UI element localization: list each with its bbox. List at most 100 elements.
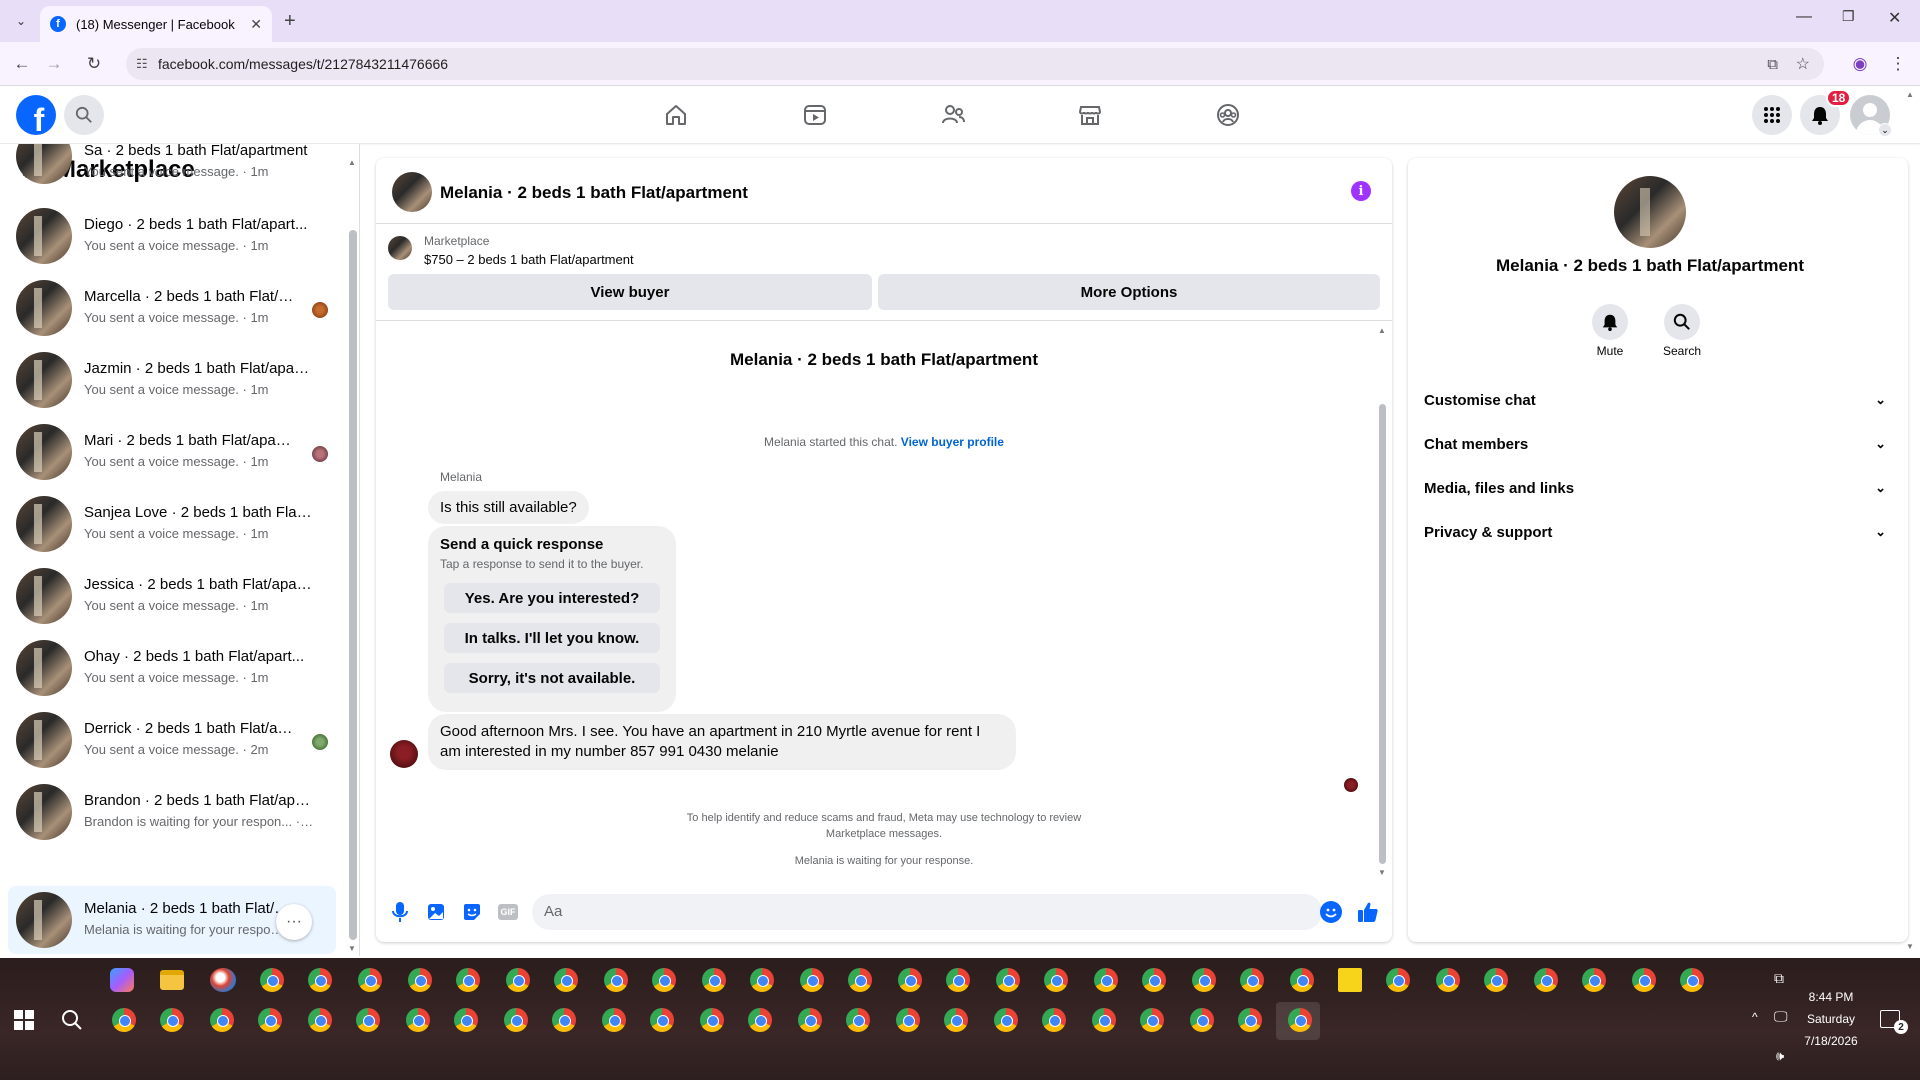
conversation-item[interactable]: Derrick · 2 beds 1 bath Flat/ap... You s… — [8, 706, 336, 774]
volume-icon[interactable]: 🕪 — [1776, 1048, 1784, 1064]
chrome-icon[interactable] — [602, 1008, 626, 1032]
chrome-icon[interactable] — [1142, 968, 1166, 992]
chrome-icon[interactable] — [1042, 1008, 1066, 1032]
conversation-item[interactable]: Jessica · 2 beds 1 bath Flat/apart... Yo… — [8, 562, 336, 630]
customise-chat-section[interactable]: Customise chat ⌄ — [1424, 382, 1886, 418]
sender-avatar[interactable] — [390, 740, 418, 768]
conversation-item[interactable]: Sanjea Love · 2 beds 1 bath Flat/... You… — [8, 490, 336, 558]
chrome-icon[interactable] — [210, 1008, 234, 1032]
chrome-icon[interactable] — [454, 1008, 478, 1032]
chrome-icon[interactable] — [552, 1008, 576, 1032]
more-options-icon[interactable]: ··· — [276, 904, 312, 940]
chrome-icon[interactable] — [1582, 968, 1606, 992]
friends-icon[interactable] — [935, 97, 971, 133]
search-icon[interactable] — [64, 95, 104, 135]
windows-start-icon[interactable] — [14, 1010, 34, 1030]
search-label[interactable]: Search — [1652, 344, 1712, 358]
media-files-links-section[interactable]: Media, files and links ⌄ — [1424, 470, 1886, 506]
chrome-icon[interactable] — [1290, 968, 1314, 992]
install-app-icon[interactable]: ⧉ — [1767, 56, 1778, 73]
facebook-logo-icon[interactable]: f — [16, 95, 56, 135]
conversation-item[interactable]: Ohay · 2 beds 1 bath Flat/apart... You s… — [8, 634, 336, 702]
like-icon[interactable] — [1356, 900, 1380, 924]
chrome-icon[interactable] — [554, 968, 578, 992]
mute-bell-icon[interactable] — [1592, 304, 1628, 340]
page-scroll-up-icon[interactable]: ▲ — [1906, 90, 1914, 99]
chrome-icon[interactable] — [1288, 1008, 1312, 1032]
chrome-icon[interactable] — [652, 968, 676, 992]
chrome-icon[interactable] — [408, 968, 432, 992]
close-window-icon[interactable]: ✕ — [1888, 8, 1901, 28]
minimize-icon[interactable]: — — [1796, 8, 1812, 26]
account-chevron-icon[interactable]: ⌄ — [1878, 123, 1892, 137]
chrome-icon[interactable] — [308, 1008, 332, 1032]
message-bubble[interactable]: Is this still available? — [428, 491, 589, 524]
chrome-icon[interactable] — [506, 968, 530, 992]
quick-response-button[interactable]: Yes. Are you interested? — [444, 583, 660, 613]
chrome-icon[interactable] — [994, 1008, 1018, 1032]
chrome-icon[interactable] — [1190, 1008, 1214, 1032]
microphone-icon[interactable] — [390, 900, 410, 924]
restore-icon[interactable]: ❐ — [1842, 8, 1855, 25]
new-tab-icon[interactable]: + — [284, 10, 296, 33]
chrome-icon[interactable] — [700, 1008, 724, 1032]
chrome-icon[interactable] — [1094, 968, 1118, 992]
chrome-icon[interactable] — [702, 968, 726, 992]
page-scroll-down-icon[interactable]: ▼ — [1906, 942, 1914, 951]
chat-scroll-down-icon[interactable]: ▼ — [1378, 868, 1386, 877]
gif-icon[interactable]: GIF — [498, 904, 518, 920]
chrome-icon[interactable] — [650, 1008, 674, 1032]
clock-time[interactable]: 8:44 PM — [1786, 990, 1876, 1004]
home-icon[interactable] — [658, 97, 694, 133]
profile-avatar[interactable] — [1614, 176, 1686, 248]
copilot-icon[interactable] — [110, 968, 134, 992]
conversation-item[interactable]: Mari · 2 beds 1 bath Flat/apart... You s… — [8, 418, 336, 486]
chrome-icon[interactable] — [604, 968, 628, 992]
chrome-icon[interactable] — [1240, 968, 1264, 992]
mute-label[interactable]: Mute — [1580, 344, 1640, 358]
chat-header-avatar[interactable] — [392, 172, 432, 212]
chrome-icon[interactable] — [800, 968, 824, 992]
chrome-icon[interactable] — [358, 968, 382, 992]
chrome-icon[interactable] — [996, 968, 1020, 992]
chrome-icon[interactable] — [258, 1008, 282, 1032]
chrome-icon[interactable] — [1140, 1008, 1164, 1032]
groups-icon[interactable] — [1210, 97, 1246, 133]
reload-icon[interactable]: ↻ — [80, 50, 108, 78]
message-input[interactable]: Aa — [532, 894, 1322, 930]
chrome-icon[interactable] — [846, 1008, 870, 1032]
chrome-icon[interactable] — [1192, 968, 1216, 992]
chrome-icon[interactable] — [946, 968, 970, 992]
chat-members-section[interactable]: Chat members ⌄ — [1424, 426, 1886, 462]
quick-response-button[interactable]: In talks. I'll let you know. — [444, 623, 660, 653]
browser-tab[interactable]: f (18) Messenger | Facebook ✕ — [40, 6, 272, 42]
profile-icon[interactable]: ◉ — [1846, 50, 1874, 78]
listing-text[interactable]: $750 – 2 beds 1 bath Flat/apartment — [424, 252, 634, 267]
chrome-icon[interactable] — [504, 1008, 528, 1032]
chrome-icon[interactable] — [898, 968, 922, 992]
menu-grid-icon[interactable] — [1752, 95, 1792, 135]
tab-search-icon[interactable]: ⌄ — [10, 10, 32, 32]
chrome-icon[interactable] — [260, 968, 284, 992]
message-bubble[interactable]: Good afternoon Mrs. I see. You have an a… — [428, 714, 1016, 770]
video-icon[interactable] — [797, 97, 833, 133]
chrome-icon[interactable] — [1680, 968, 1704, 992]
chrome-icon[interactable] — [1044, 968, 1068, 992]
chrome-icon[interactable] — [896, 1008, 920, 1032]
info-icon[interactable]: i — [1351, 181, 1371, 201]
clock-day[interactable]: Saturday — [1786, 1012, 1876, 1026]
bookmark-star-icon[interactable]: ☆ — [1796, 54, 1810, 74]
address-bar[interactable]: ☷ facebook.com/messages/t/21278432114766… — [126, 48, 1824, 80]
search-in-chat-icon[interactable] — [1664, 304, 1700, 340]
close-tab-icon[interactable]: ✕ — [250, 16, 262, 33]
chrome-icon[interactable] — [456, 968, 480, 992]
chrome-icon[interactable] — [1534, 968, 1558, 992]
clock-date[interactable]: 7/18/2026 — [1786, 1034, 1876, 1048]
chrome-icon[interactable] — [1484, 968, 1508, 992]
chrome-icon[interactable] — [944, 1008, 968, 1032]
taskbar-search-icon[interactable] — [60, 1008, 84, 1032]
tray-device-icon[interactable]: ⧉ — [1774, 970, 1784, 987]
chrome-icon[interactable] — [160, 1008, 184, 1032]
conversation-item-active[interactable]: Melania · 2 beds 1 bath Flat/a... Melani… — [8, 886, 336, 954]
sticker-icon[interactable] — [462, 902, 482, 922]
